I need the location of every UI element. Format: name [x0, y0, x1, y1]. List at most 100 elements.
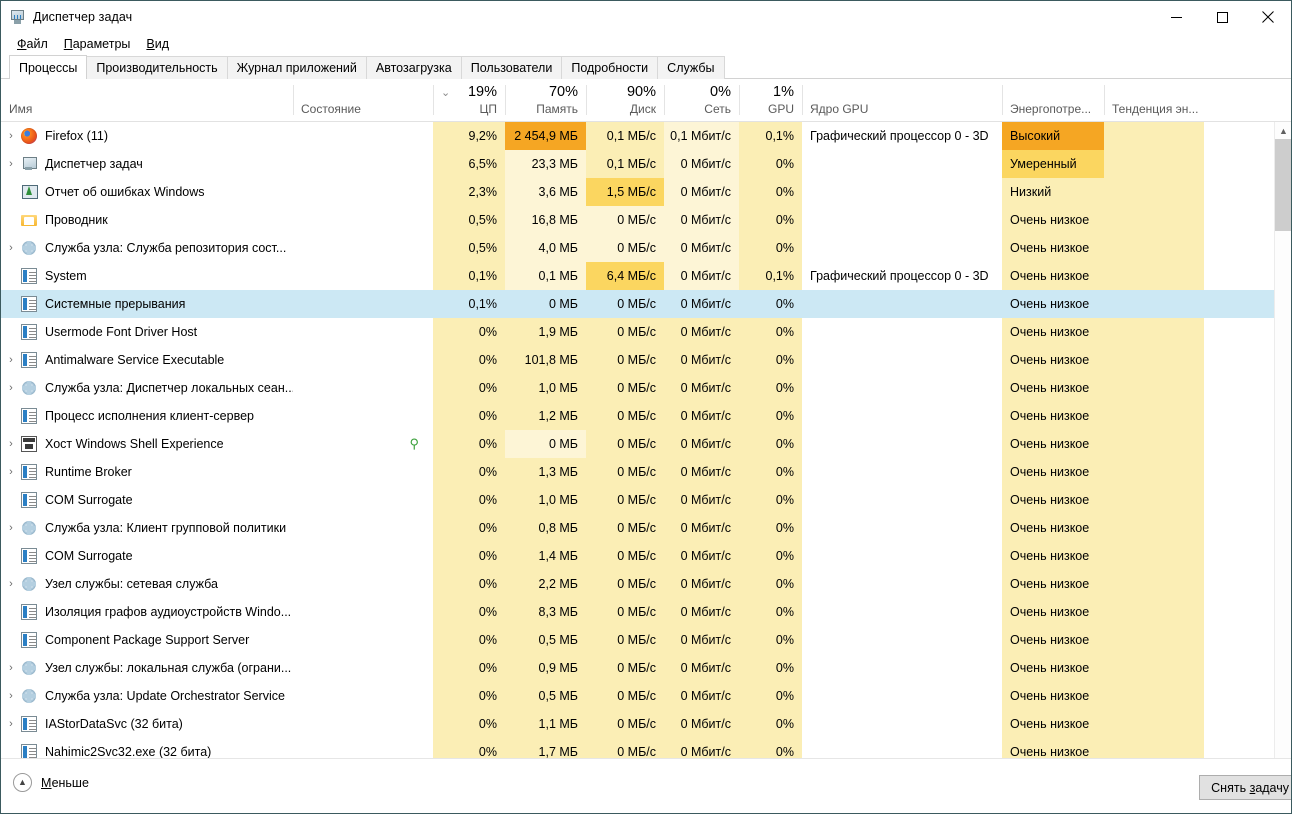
tab-0[interactable]: Процессы: [9, 55, 88, 79]
cell-value-gpu: 0%: [775, 157, 794, 171]
cell-disk: 0 МБ/с: [586, 318, 664, 346]
tab-1[interactable]: Производительность: [86, 56, 228, 79]
column-header-cpu[interactable]: ⌄ 19% ЦП: [433, 79, 505, 121]
cell-trend: [1104, 430, 1204, 458]
tab-3[interactable]: Автозагрузка: [365, 56, 462, 79]
expand-chevron-icon[interactable]: ›: [1, 150, 21, 178]
cell-gpu: 0%: [739, 570, 802, 598]
close-button[interactable]: [1245, 1, 1291, 33]
cell-power: Очень низкое: [1002, 346, 1104, 374]
expand-chevron-icon[interactable]: ›: [1, 458, 21, 486]
column-header-trend[interactable]: Тенденция эн...: [1104, 79, 1204, 121]
cell-disk: 0 МБ/с: [586, 542, 664, 570]
column-label-cpu: ЦП: [479, 102, 497, 116]
expand-chevron-icon[interactable]: ›: [1, 570, 21, 598]
cell-gpu: 0%: [739, 486, 802, 514]
table-row[interactable]: › Antimalware Service Executable 0% 101,8 М…: [1, 346, 1291, 374]
column-header-net[interactable]: 0% Сеть: [664, 79, 739, 121]
process-name-label: Component Package Support Server: [45, 633, 250, 647]
cell-value-power: Очень низкое: [1010, 465, 1090, 479]
expand-chevron-icon[interactable]: ›: [1, 430, 21, 458]
cell-gpu: 0%: [739, 598, 802, 626]
cell-value-net: 0 Мбит/с: [680, 409, 731, 423]
cell-value-disk: 0,1 МБ/с: [606, 129, 656, 143]
scroll-up-icon[interactable]: ▲: [1275, 122, 1291, 139]
cell-value-net: 0 Мбит/с: [680, 325, 731, 339]
table-row[interactable]: › Служба узла: Клиент групповой политики 0…: [1, 514, 1291, 542]
table-row[interactable]: › Служба узла: Update Orchestrator Servic…: [1, 682, 1291, 710]
table-row[interactable]: › Диспетчер задач 6,5% 23,3 МБ 0,1 МБ/с 0 Мби…: [1, 150, 1291, 178]
cell-net: 0 Мбит/с: [664, 346, 739, 374]
expand-chevron-icon[interactable]: ›: [1, 374, 21, 402]
column-header-gpuengine[interactable]: Ядро GPU: [802, 79, 1002, 121]
menu-item-2[interactable]: Вид: [138, 35, 177, 53]
table-row[interactable]: › COM Surrogate 0% 1,4 МБ 0 МБ/с 0 Мбит/с 0% Оч…: [1, 542, 1291, 570]
tab-6[interactable]: Службы: [657, 56, 725, 79]
table-row[interactable]: › Component Package Support Server 0% 0,5 М…: [1, 626, 1291, 654]
expand-chevron-icon[interactable]: ›: [1, 682, 21, 710]
cell-value-disk: 0 МБ/с: [617, 605, 656, 619]
table-row[interactable]: › Процесс исполнения клиент-сервер 0% 1,2 М…: [1, 402, 1291, 430]
cell-value-net: 0 Мбит/с: [680, 745, 731, 758]
expand-chevron-icon[interactable]: ›: [1, 234, 21, 262]
maximize-button[interactable]: [1199, 1, 1245, 33]
cell-trend: [1104, 486, 1204, 514]
table-row[interactable]: › Служба узла: Служба репозитория сост...…: [1, 234, 1291, 262]
tab-2[interactable]: Журнал приложений: [226, 56, 367, 79]
cell-net: 0 Мбит/с: [664, 150, 739, 178]
table-row[interactable]: › Служба узла: Диспетчер локальных сеан..…: [1, 374, 1291, 402]
process-name-label: Nahimic2Svc32.exe (32 бита): [45, 745, 212, 758]
process-name-label: Системные прерывания: [45, 297, 186, 311]
table-row[interactable]: › Firefox (11) 9,2% 2 454,9 МБ 0,1 МБ/с 0,1 М…: [1, 122, 1291, 150]
firefox-icon: [21, 128, 37, 144]
column-header-name[interactable]: Имя: [1, 79, 293, 121]
table-row[interactable]: › Изоляция графов аудиоустройств Windo...…: [1, 598, 1291, 626]
table-row[interactable]: › System 0,1% 0,1 МБ 6,4 МБ/с 0 Мбит/с 0,1% Гра…: [1, 262, 1291, 290]
menu-item-1[interactable]: Параметры: [56, 35, 139, 53]
column-header-mem[interactable]: 70% Память: [505, 79, 586, 121]
cell-value-net: 0 Мбит/с: [680, 213, 731, 227]
cell-power: Умеренный: [1002, 150, 1104, 178]
table-row[interactable]: › Usermode Font Driver Host 0% 1,9 МБ 0 МБ/с…: [1, 318, 1291, 346]
process-name-cell: › COM Surrogate: [1, 486, 293, 514]
minimize-button[interactable]: [1153, 1, 1199, 33]
cell-cpu: 0%: [433, 458, 505, 486]
column-total-mem: 70%: [548, 84, 578, 100]
table-row[interactable]: › Узел службы: локальная служба (ограни..…: [1, 654, 1291, 682]
process-name-label: Служба узла: Служба репозитория сост...: [45, 241, 287, 255]
expand-chevron-icon[interactable]: ›: [1, 346, 21, 374]
table-row[interactable]: › Хост Windows Shell Experience ⚲ 0% 0 МБ 0 М…: [1, 430, 1291, 458]
cell-value-power: Очень низкое: [1010, 381, 1090, 395]
task-manager-icon: [10, 9, 26, 25]
table-row[interactable]: › Nahimic2Svc32.exe (32 бита) 0% 1,7 МБ 0 МБ…: [1, 738, 1291, 758]
table-row[interactable]: › Runtime Broker 0% 1,3 МБ 0 МБ/с 0 Мбит/с 0% О…: [1, 458, 1291, 486]
cell-power: Очень низкое: [1002, 738, 1104, 758]
expand-chevron-icon[interactable]: ›: [1, 654, 21, 682]
column-header-status[interactable]: Состояние: [293, 79, 433, 121]
cell-net: 0 Мбит/с: [664, 710, 739, 738]
chevron-up-icon: ▲: [13, 773, 32, 792]
end-task-button[interactable]: Снять задачу: [1199, 775, 1291, 800]
table-row[interactable]: › COM Surrogate 0% 1,0 МБ 0 МБ/с 0 Мбит/с 0% Оч…: [1, 486, 1291, 514]
expand-chevron-icon[interactable]: ›: [1, 710, 21, 738]
expand-chevron-icon[interactable]: ›: [1, 514, 21, 542]
table-row[interactable]: › Отчет об ошибках Windows 2,3% 3,6 МБ 1,5 М…: [1, 178, 1291, 206]
column-header-disk[interactable]: 90% Диск: [586, 79, 664, 121]
column-header-gpu[interactable]: 1% GPU: [739, 79, 802, 121]
expand-chevron-icon[interactable]: ›: [1, 122, 21, 150]
table-row[interactable]: › Узел службы: сетевая служба 0% 2,2 МБ 0 МБ…: [1, 570, 1291, 598]
cell-value-cpu: 0%: [478, 577, 497, 591]
cell-gpuengine: [802, 514, 1002, 542]
cell-value-cpu: 0%: [478, 521, 497, 535]
tab-5[interactable]: Подробности: [561, 56, 659, 79]
column-header-power[interactable]: Энергопотре...: [1002, 79, 1104, 121]
vertical-scrollbar[interactable]: ▲: [1274, 122, 1291, 758]
tab-4[interactable]: Пользователи: [460, 56, 563, 79]
table-row[interactable]: › Проводник 0,5% 16,8 МБ 0 МБ/с 0 Мбит/с 0% Оче…: [1, 206, 1291, 234]
fewer-details-button[interactable]: ▲ Меньше: [13, 773, 89, 792]
menu-item-0[interactable]: Файл: [9, 35, 56, 53]
cell-gpuengine: [802, 318, 1002, 346]
scrollbar-thumb[interactable]: [1275, 139, 1291, 231]
table-row[interactable]: › IAStorDataSvc (32 бита) 0% 1,1 МБ 0 МБ/с 0 …: [1, 710, 1291, 738]
table-row[interactable]: › Системные прерывания 0,1% 0 МБ 0 МБ/с 0 Мби…: [1, 290, 1291, 318]
